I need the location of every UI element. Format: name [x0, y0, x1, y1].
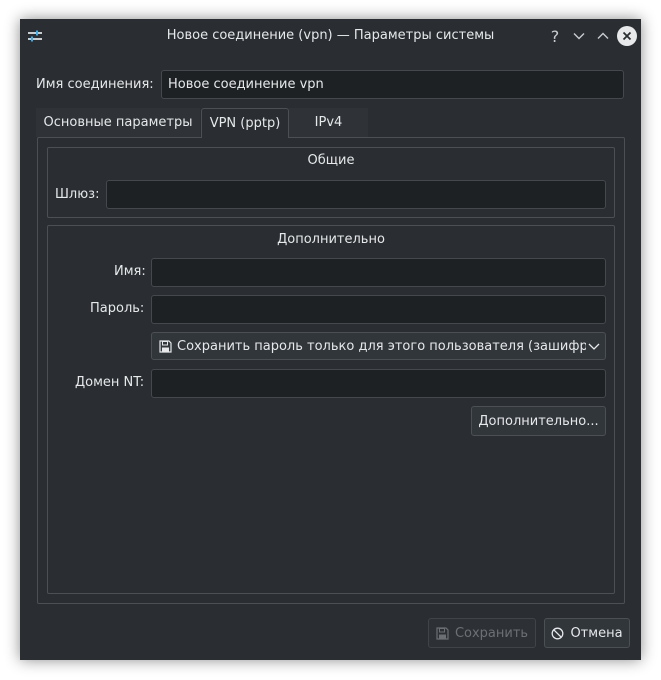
general-group: Общие Шлюз:	[47, 147, 615, 218]
password-storage-select[interactable]: Сохранить пароль только для этого пользо…	[151, 332, 606, 360]
optional-group-title: Дополнительно	[277, 232, 385, 247]
save-button-label: Сохранить	[454, 625, 529, 641]
save-disk-icon	[159, 339, 172, 353]
advanced-button[interactable]: Дополнительно...	[471, 406, 606, 436]
advanced-button-label: Дополнительно...	[478, 413, 599, 429]
tab-label: Основные параметры	[43, 115, 193, 130]
title-bar[interactable]: Новое соединение (vpn) — Параметры систе…	[20, 19, 641, 53]
close-icon[interactable]	[617, 26, 637, 46]
maximize-icon[interactable]	[593, 26, 613, 46]
save-button[interactable]: Сохранить	[428, 618, 536, 648]
help-icon[interactable]: ?	[545, 26, 565, 46]
tab-label: IPv4	[314, 115, 343, 130]
tab-vpn-pptp[interactable]: VPN (pptp)	[201, 108, 289, 138]
vpn-tab-panel: Общие Шлюз: Дополнительно Имя: Пароль: С…	[37, 137, 625, 604]
gateway-input[interactable]	[106, 180, 606, 209]
dialog-window: Новое соединение (vpn) — Параметры систе…	[20, 19, 641, 660]
nt-domain-input[interactable]	[151, 369, 606, 398]
optional-group: Дополнительно Имя: Пароль: Сохранить пар…	[47, 225, 615, 594]
login-input[interactable]	[151, 258, 606, 287]
general-group-title: Общие	[307, 153, 355, 168]
password-label: Пароль:	[90, 301, 145, 316]
gateway-label: Шлюз:	[55, 187, 100, 202]
chevron-down-icon	[586, 338, 602, 354]
save-disk-icon	[436, 626, 449, 640]
tab-ipv4[interactable]: IPv4	[289, 108, 368, 137]
tab-general[interactable]: Основные параметры	[36, 108, 200, 137]
connection-name-input[interactable]	[161, 70, 624, 99]
login-label: Имя:	[114, 264, 146, 279]
connection-name-label: Имя соединения:	[36, 77, 154, 92]
nt-domain-label: Домен NT:	[75, 375, 145, 390]
cancel-button[interactable]: Отмена	[544, 618, 630, 648]
cancel-button-label: Отмена	[570, 625, 623, 641]
cancel-icon	[551, 627, 564, 640]
tab-label: VPN (pptp)	[209, 116, 281, 131]
minimize-icon[interactable]	[569, 26, 589, 46]
password-storage-value: Сохранить пароль только для этого пользо…	[177, 338, 586, 354]
password-input[interactable]	[151, 295, 606, 324]
